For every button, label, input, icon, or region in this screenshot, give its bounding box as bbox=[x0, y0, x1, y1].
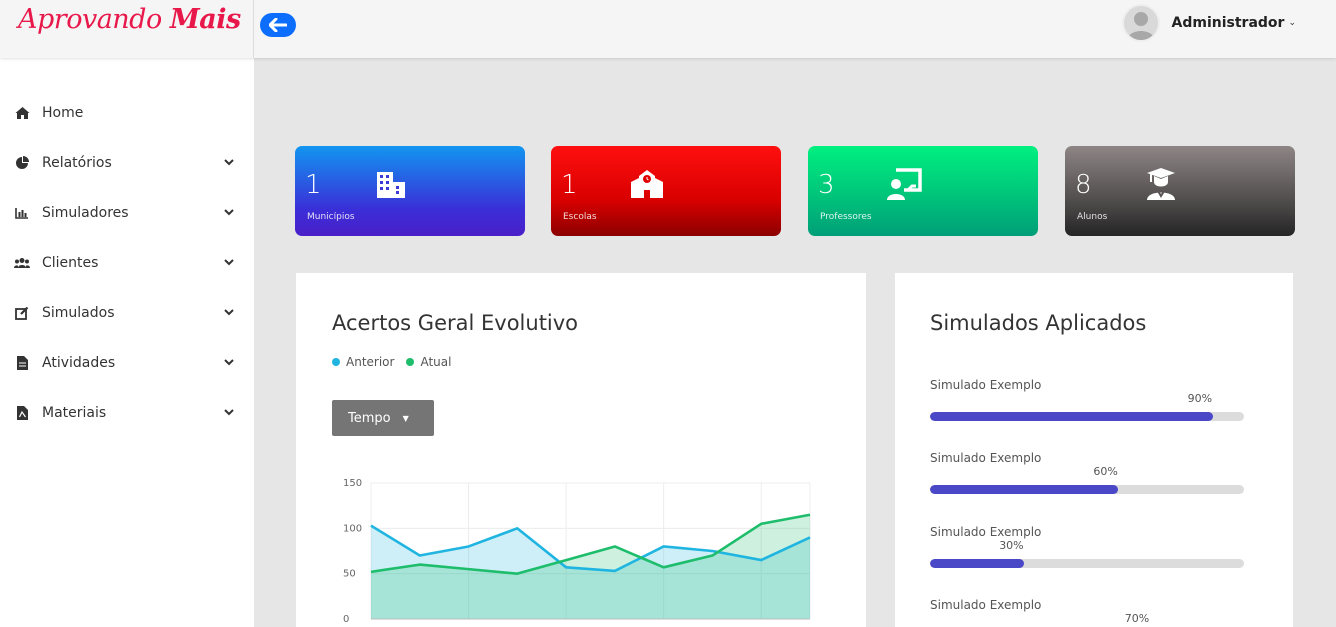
chevron-down-icon bbox=[224, 309, 234, 316]
y-tick-label: 100 bbox=[343, 523, 362, 534]
stat-card-municipios[interactable]: 1 Municípios bbox=[295, 146, 525, 236]
building-icon bbox=[377, 172, 405, 198]
progress-fill bbox=[930, 485, 1119, 494]
school-icon bbox=[631, 170, 663, 198]
stat-label: Alunos bbox=[1077, 212, 1108, 222]
sidebar-toggle-button[interactable] bbox=[260, 13, 296, 37]
y-tick-label: 0 bbox=[343, 614, 349, 625]
app-logo[interactable]: Aprovando Mais bbox=[18, 4, 241, 35]
stat-value: 8 bbox=[1075, 170, 1092, 200]
simulado-percent: 70% bbox=[1124, 612, 1150, 625]
simulado-progress[interactable]: Simulado Exemplo 60% bbox=[930, 451, 1244, 494]
teacher-icon bbox=[887, 168, 922, 200]
simulado-progress[interactable]: Simulado Exemplo 70% bbox=[930, 598, 1244, 625]
stat-value: 3 bbox=[818, 170, 835, 200]
sidebar-item-simulados[interactable]: Simulados bbox=[0, 293, 254, 333]
sidebar-item-simuladores[interactable]: Simuladores bbox=[0, 193, 254, 233]
user-menu[interactable]: Administrador ⌄ bbox=[1121, 3, 1296, 43]
simulado-label: Simulado Exemplo bbox=[930, 451, 1042, 465]
simulado-percent: 90% bbox=[1187, 392, 1213, 405]
sidebar-item-label: Clientes bbox=[42, 255, 99, 271]
logo-text-part1: Aprovando bbox=[18, 4, 170, 35]
sidebar-item-label: Atividades bbox=[42, 355, 116, 371]
y-tick-label: 150 bbox=[343, 478, 362, 489]
stat-label: Escolas bbox=[563, 212, 597, 222]
bar-chart-icon bbox=[14, 205, 30, 221]
simulados-card-title: Simulados Aplicados bbox=[930, 311, 1147, 335]
sidebar-item-clientes[interactable]: Clientes bbox=[0, 243, 254, 283]
simulado-label: Simulado Exemplo bbox=[930, 378, 1042, 392]
logo-area: Aprovando Mais bbox=[0, 0, 254, 58]
stat-value: 1 bbox=[305, 170, 322, 200]
simulado-label: Simulado Exemplo bbox=[930, 525, 1042, 539]
chevron-down-icon bbox=[224, 159, 234, 166]
simulado-percent: 60% bbox=[1093, 465, 1118, 478]
chevron-down-icon: ⌄ bbox=[1288, 18, 1296, 28]
sidebar-item-relatorios[interactable]: Relatórios bbox=[0, 143, 254, 183]
chevron-down-icon bbox=[224, 259, 234, 266]
pdf-file-icon bbox=[14, 405, 30, 421]
chevron-down-icon bbox=[224, 409, 234, 416]
top-bar: Aprovando Mais Administrador ⌄ bbox=[0, 0, 1336, 58]
progress-track bbox=[930, 559, 1244, 568]
sidebar-item-label: Relatórios bbox=[42, 155, 112, 171]
pie-chart-icon bbox=[14, 155, 30, 171]
sidebar-item-materiais[interactable]: Materiais bbox=[0, 393, 254, 433]
sidebar-item-label: Home bbox=[42, 105, 84, 121]
user-icon bbox=[1126, 12, 1155, 40]
sidebar-item-atividades[interactable]: Atividades bbox=[0, 343, 254, 383]
chevron-down-icon bbox=[224, 359, 234, 366]
avatar bbox=[1121, 4, 1160, 42]
simulado-progress[interactable]: Simulado Exemplo 90% bbox=[930, 378, 1244, 421]
stat-label: Professores bbox=[820, 212, 872, 222]
home-icon bbox=[14, 105, 30, 121]
stat-value: 1 bbox=[561, 170, 578, 200]
chevron-down-icon bbox=[224, 209, 234, 216]
graduate-icon bbox=[1147, 168, 1175, 200]
chart-card: Acertos Geral Evolutivo Anterior Atual T… bbox=[296, 273, 866, 627]
sidebar-item-label: Simulados bbox=[42, 305, 115, 321]
simulados-card: Simulados Aplicados Simulado Exemplo 90%… bbox=[895, 273, 1293, 627]
area-chart: 150 100 50 0 bbox=[343, 478, 811, 625]
logo-text-part2: Mais bbox=[169, 4, 241, 35]
edit-icon bbox=[14, 305, 30, 321]
simulado-percent: 30% bbox=[999, 539, 1024, 552]
sidebar-item-home[interactable]: Home bbox=[0, 93, 254, 133]
user-name: Administrador bbox=[1171, 15, 1285, 31]
sidebar: Home Relatórios Simuladores Clientes Sim… bbox=[0, 58, 254, 627]
arrow-left-icon bbox=[269, 18, 287, 32]
sidebar-item-label: Materiais bbox=[42, 405, 107, 421]
sidebar-item-label: Simuladores bbox=[42, 205, 129, 221]
stat-card-professores[interactable]: 3 Professores bbox=[808, 146, 1038, 236]
simulado-label: Simulado Exemplo bbox=[930, 598, 1042, 612]
stat-card-alunos[interactable]: 8 Alunos bbox=[1065, 146, 1295, 236]
stat-label: Municípios bbox=[307, 212, 355, 222]
progress-track bbox=[930, 412, 1244, 421]
progress-fill bbox=[930, 559, 1025, 568]
progress-track bbox=[930, 485, 1244, 494]
progress-fill bbox=[930, 412, 1213, 421]
y-tick-label: 50 bbox=[343, 569, 356, 580]
file-icon bbox=[14, 355, 30, 371]
simulado-progress[interactable]: Simulado Exemplo 30% bbox=[930, 525, 1244, 568]
users-icon bbox=[14, 255, 30, 271]
stat-card-escolas[interactable]: 1 Escolas bbox=[551, 146, 781, 236]
